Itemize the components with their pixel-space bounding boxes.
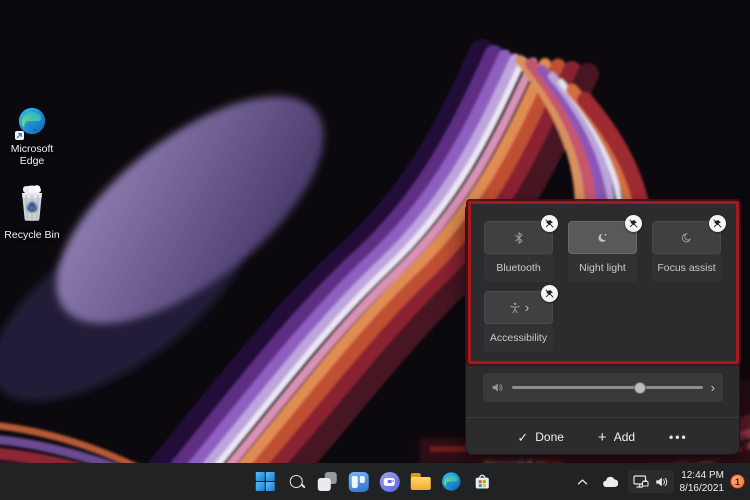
chat-icon — [379, 472, 399, 492]
notification-badge[interactable]: 1 — [730, 474, 745, 489]
onedrive-button[interactable] — [598, 472, 622, 492]
done-button[interactable]: ✓ Done — [511, 426, 570, 448]
accessibility-icon — [508, 301, 522, 315]
network-volume-group[interactable] — [628, 470, 674, 493]
tile-label: Accessibility — [484, 324, 553, 352]
onedrive-cloud-icon — [602, 476, 618, 488]
volume-slider-thumb[interactable] — [634, 382, 646, 394]
desktop-icon-label: Microsoft Edge — [6, 143, 58, 167]
edge-icon — [17, 106, 47, 139]
pin-slash-icon — [544, 218, 555, 229]
tile-focus-assist: Focus assist — [652, 221, 721, 282]
task-view-button[interactable] — [312, 466, 343, 497]
search-button[interactable] — [281, 466, 312, 497]
desktop-icon-recycle-bin[interactable]: ♻ Recycle Bin — [2, 184, 62, 241]
clock[interactable]: 12:44 PM 8/16/2021 — [680, 469, 725, 495]
recycle-bin-icon: ♻ — [17, 184, 47, 225]
file-explorer-button[interactable] — [405, 466, 436, 497]
recycle-symbol: ♻ — [27, 200, 38, 214]
done-label: Done — [535, 430, 564, 444]
bluetooth-button[interactable] — [484, 221, 553, 254]
widgets-button[interactable] — [343, 466, 374, 497]
store-icon — [472, 471, 493, 492]
more-options-button[interactable]: ••• — [663, 426, 694, 448]
night-light-button[interactable] — [568, 221, 637, 254]
tile-label: Bluetooth — [484, 254, 553, 282]
desktop: Microsoft Edge ♻ Recycle Bin — [0, 0, 750, 500]
speaker-icon — [491, 381, 504, 394]
volume-slider[interactable] — [512, 386, 703, 389]
edge-taskbar-button[interactable] — [436, 466, 467, 497]
more-options-icon: ••• — [669, 430, 688, 444]
widgets-icon — [348, 472, 368, 492]
task-view-icon — [318, 472, 337, 491]
bluetooth-icon — [512, 231, 526, 245]
shortcut-arrow-icon — [15, 131, 24, 140]
night-light-icon — [596, 231, 610, 245]
pin-slash-icon — [628, 218, 639, 229]
tile-accessibility: › Accessibility — [484, 291, 553, 352]
add-label: Add — [614, 430, 635, 444]
volume-row: › — [483, 373, 723, 402]
volume-flyout-chevron[interactable]: › — [711, 381, 715, 394]
chevron-up-icon — [577, 478, 588, 486]
check-icon: ✓ — [517, 431, 528, 444]
edge-icon — [441, 471, 462, 492]
taskbar-center-icons — [250, 463, 498, 500]
tile-night-light: Night light — [568, 221, 637, 282]
taskbar: 12:44 PM 8/16/2021 1 — [0, 463, 750, 500]
plus-icon: + — [598, 430, 607, 445]
focus-assist-icon — [680, 231, 694, 245]
tile-label: Night light — [568, 254, 637, 282]
store-button[interactable] — [467, 466, 498, 497]
quick-settings-panel: Bluetooth Night light — [465, 202, 740, 455]
unpin-button[interactable] — [541, 215, 558, 232]
unpin-button[interactable] — [625, 215, 642, 232]
file-explorer-icon — [410, 473, 430, 490]
desktop-icon-edge[interactable]: Microsoft Edge — [6, 106, 58, 167]
tile-bluetooth: Bluetooth — [484, 221, 553, 282]
volume-tray-icon — [654, 475, 669, 489]
start-button[interactable] — [250, 466, 281, 497]
unpin-button[interactable] — [541, 285, 558, 302]
pin-slash-icon — [712, 218, 723, 229]
system-tray: 12:44 PM 8/16/2021 1 — [573, 463, 746, 500]
tile-label: Focus assist — [652, 254, 721, 282]
tray-overflow-button[interactable] — [573, 474, 592, 490]
search-icon — [290, 475, 303, 488]
network-icon — [633, 474, 649, 489]
windows-start-icon — [256, 472, 276, 492]
desktop-icon-label: Recycle Bin — [4, 229, 59, 241]
accessibility-button[interactable]: › — [484, 291, 553, 324]
clock-date: 8/16/2021 — [680, 482, 725, 495]
add-button[interactable]: + Add — [592, 426, 641, 449]
chevron-right-icon: › — [525, 301, 529, 314]
edit-footer: ✓ Done + Add ••• — [466, 418, 739, 456]
focus-assist-button[interactable] — [652, 221, 721, 254]
chat-button[interactable] — [374, 466, 405, 497]
pin-slash-icon — [544, 288, 555, 299]
clock-time: 12:44 PM — [680, 469, 725, 482]
unpin-button[interactable] — [709, 215, 726, 232]
